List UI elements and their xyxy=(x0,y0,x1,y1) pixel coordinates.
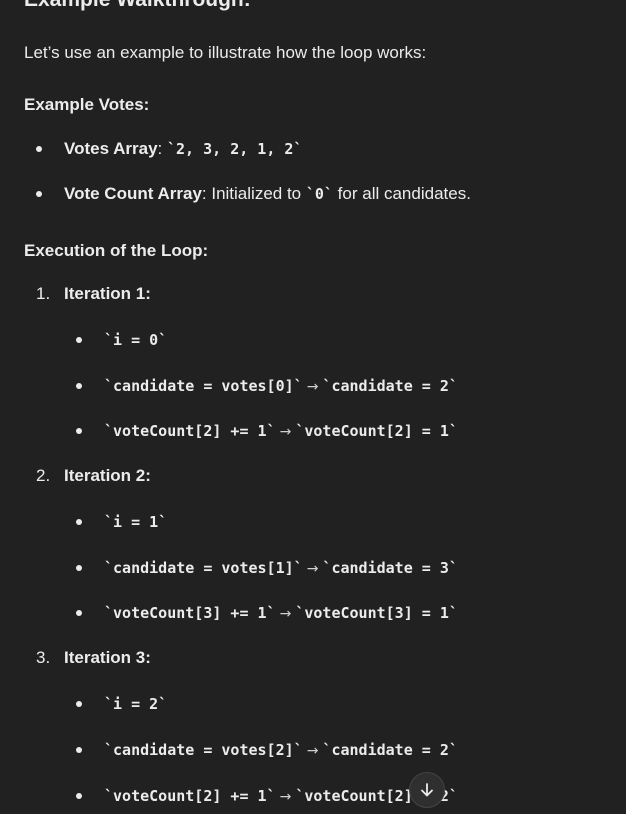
inline-code-result: `candidate = 2` xyxy=(322,377,458,395)
step-item: `candidate = votes[2]` → `candidate = 2` xyxy=(104,738,458,763)
inline-code: `voteCount[3] += 1` xyxy=(104,604,276,622)
bullet-dot xyxy=(76,383,82,389)
step-item: `i = 0` xyxy=(104,328,167,352)
right-arrow-icon: → xyxy=(279,424,292,440)
inline-code-result: `candidate = 3` xyxy=(322,559,458,577)
inline-code: `0` xyxy=(305,185,333,203)
bullet-dot xyxy=(76,793,82,799)
step-item: `voteCount[2] += 1` → `voteCount[2] = 1` xyxy=(104,419,458,444)
execution-heading: Execution of the Loop: xyxy=(24,241,209,260)
bullet-dot xyxy=(36,146,42,152)
inline-code: `candidate = votes[2]` xyxy=(104,741,303,759)
right-arrow-icon: → xyxy=(279,789,292,805)
inline-code: `candidate = votes[0]` xyxy=(104,377,303,395)
inline-code: `2, 3, 2, 1, 2` xyxy=(167,140,303,158)
bullet-dot xyxy=(76,519,82,525)
bullet-dot xyxy=(76,610,82,616)
inline-code: `voteCount[2] += 1` xyxy=(104,787,276,805)
list-item-label: Vote Count Array xyxy=(64,184,202,203)
iteration-title: Iteration 2: xyxy=(64,466,151,485)
iteration-number: 2. xyxy=(36,466,51,485)
bullet-dot xyxy=(76,747,82,753)
bullet-dot xyxy=(76,428,82,434)
bullet-dot xyxy=(76,337,82,343)
intro-text: Let’s use an example to illustrate how t… xyxy=(24,43,427,62)
step-item: `voteCount[3] += 1` → `voteCount[3] = 1` xyxy=(104,601,458,626)
step-item: `candidate = votes[0]` → `candidate = 2` xyxy=(104,374,458,399)
example-votes-heading: Example Votes: xyxy=(24,95,150,114)
step-item: `voteCount[2] += 1` → `voteCount[2] = 2` xyxy=(104,784,458,809)
right-arrow-icon: → xyxy=(306,743,319,759)
right-arrow-icon: → xyxy=(279,606,292,622)
list-item-sep: : xyxy=(157,139,167,158)
list-item-label: Votes Array xyxy=(64,139,158,158)
list-item-sep: : Initialized to xyxy=(201,184,306,203)
inline-code-result: `voteCount[3] = 1` xyxy=(295,604,458,622)
arrow-down-icon xyxy=(418,781,436,799)
inline-code: `i = 2` xyxy=(104,695,168,713)
bullet-dot xyxy=(36,191,42,197)
step-item: `i = 1` xyxy=(104,510,167,534)
list-item-vote-count-array: Vote Count Array: Initialized to `0` for… xyxy=(64,182,471,206)
list-item-tail: for all candidates. xyxy=(332,184,471,203)
scroll-to-bottom-button[interactable] xyxy=(409,772,445,808)
iteration-title: Iteration 1: xyxy=(64,284,151,303)
inline-code-result: `voteCount[2] = 1` xyxy=(295,422,458,440)
right-arrow-icon: → xyxy=(306,561,319,577)
inline-code: `i = 1` xyxy=(104,513,168,531)
inline-code: `voteCount[2] += 1` xyxy=(104,422,276,440)
inline-code: `i = 0` xyxy=(104,331,168,349)
iteration-number: 3. xyxy=(36,648,51,667)
inline-code-result: `candidate = 2` xyxy=(322,741,458,759)
list-item-votes-array: Votes Array: `2, 3, 2, 1, 2` xyxy=(64,137,302,161)
section-heading: Example Walkthrough: xyxy=(24,0,251,12)
inline-code: `candidate = votes[1]` xyxy=(104,559,303,577)
iteration-title: Iteration 3: xyxy=(64,648,151,667)
bullet-dot xyxy=(76,701,82,707)
step-item: `i = 2` xyxy=(104,692,167,716)
bullet-dot xyxy=(76,565,82,571)
iteration-number: 1. xyxy=(36,284,51,303)
step-item: `candidate = votes[1]` → `candidate = 3` xyxy=(104,556,458,581)
right-arrow-icon: → xyxy=(306,379,319,395)
